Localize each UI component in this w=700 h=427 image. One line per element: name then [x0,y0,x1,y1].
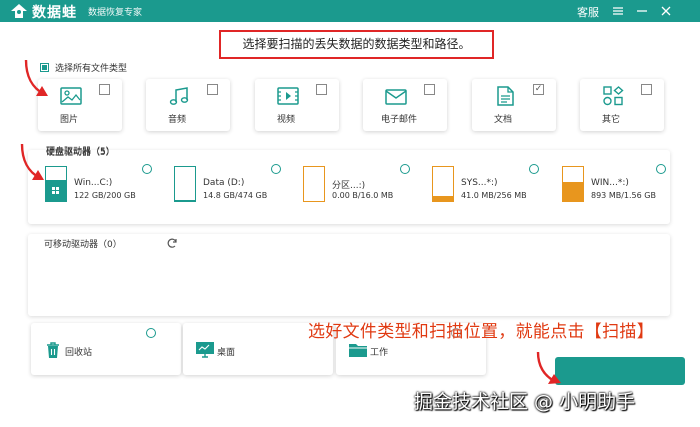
drive-radio-partition[interactable] [400,164,410,174]
file-type-card-other[interactable]: 其它 [580,79,664,131]
select-all-label: 选择所有文件类型 [55,63,128,74]
hard-drive-heading: 硬盘驱动器（5） [46,147,115,157]
drive-item-sys[interactable]: SYS...*:) 41.0 MB/256 MB [432,166,542,206]
app-name: 数据蛙 [32,5,77,21]
other-icon [603,86,624,106]
drive-name: Win...C:) [74,178,113,188]
drive-size: 122 GB/200 GB [74,191,136,200]
drive-icon [432,166,454,202]
drive-item-c[interactable]: Win...C:) 122 GB/200 GB [45,166,155,206]
file-type-label: 音频 [168,115,187,125]
file-type-label: 电子邮件 [381,115,418,125]
drive-icon [562,166,584,202]
file-type-checkbox[interactable] [207,84,218,95]
drive-name: Data (D:) [203,178,245,188]
drive-item-win[interactable]: WIN...*:) 893 MB/1.56 GB [562,166,672,206]
drive-item-d[interactable]: Data (D:) 14.8 GB/474 GB [174,166,284,206]
file-type-card-video[interactable]: 视频 [255,79,339,131]
video-icon [277,87,299,105]
drive-radio-sys[interactable] [529,164,539,174]
drive-size: 14.8 GB/474 GB [203,191,268,200]
file-type-checkbox[interactable] [99,84,110,95]
title-bar: 数据蛙 数据恢复专家 客服 [0,0,700,22]
drive-radio-win[interactable] [656,164,666,174]
file-type-label: 其它 [602,115,621,125]
file-type-card-document[interactable]: ✓ 文档 [472,79,556,131]
location-label: 桌面 [217,348,236,358]
location-label: 工作 [370,348,389,358]
drive-size: 0.00 B/16.0 MB [332,191,394,200]
file-type-label: 视频 [277,115,296,125]
drive-item-partition[interactable]: 分区...:) 0.00 B/16.0 MB [303,166,413,206]
file-type-card-email[interactable]: 电子邮件 [363,79,447,131]
drive-icon [303,166,325,202]
annotation-arrow-icon [20,143,44,180]
drive-radio-c[interactable] [142,164,152,174]
tutorial-annotation: 选好文件类型和扫描位置，就能点击【扫描】 [308,322,654,342]
file-type-checkbox[interactable]: ✓ [533,84,544,95]
drive-name: WIN...*:) [591,178,629,188]
file-type-checkbox[interactable] [424,84,435,95]
app-subtitle: 数据恢复专家 [88,8,143,18]
instruction-banner: 选择要扫描的丢失数据的数据类型和路径。 [219,30,494,59]
drive-radio-d[interactable] [271,164,281,174]
close-icon[interactable] [660,5,672,17]
document-icon [497,86,514,106]
file-type-label: 文档 [494,115,513,125]
desktop-icon [196,342,214,358]
recycle-bin-icon [47,342,59,358]
annotation-arrow-icon [24,59,48,96]
removable-drive-title: 可移动驱动器（0） [44,240,122,250]
drive-name: 分区...:) [332,181,366,191]
location-radio-recycle-bin[interactable] [146,328,156,338]
annotation-arrow-icon [536,351,561,384]
file-type-card-audio[interactable]: 音频 [146,79,230,131]
removable-drive-section [28,234,670,316]
drive-size: 893 MB/1.56 GB [591,191,656,200]
folder-icon [349,344,367,357]
file-type-label: 图片 [60,115,79,125]
watermark: 掘金技术社区 @ 小明助手 [414,391,636,413]
drive-icon [174,166,196,202]
minimize-icon[interactable] [636,5,648,17]
location-card-recycle-bin[interactable]: 回收站 [31,323,181,375]
menu-icon[interactable] [612,5,624,17]
file-type-checkbox[interactable] [316,84,327,95]
drive-size: 41.0 MB/256 MB [461,191,527,200]
scan-button[interactable] [555,357,685,385]
image-icon [60,87,82,105]
email-icon [385,89,407,105]
customer-service-button[interactable]: 客服 [577,4,599,20]
frog-logo-icon [11,4,27,18]
refresh-icon[interactable] [166,237,178,249]
music-icon [169,87,189,105]
file-type-checkbox[interactable] [641,84,652,95]
drive-name: SYS...*:) [461,178,498,188]
location-label: 回收站 [65,348,93,358]
